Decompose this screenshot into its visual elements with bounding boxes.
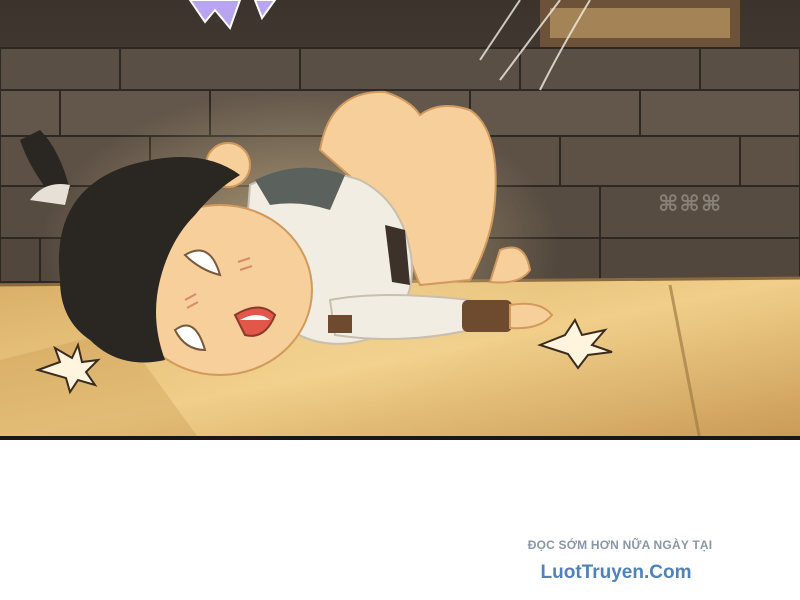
comic-page: ⌘⌘⌘ ĐỌC SỚM HƠN NỮA NGÀY TẠI LuotTruyen.… [0, 0, 800, 600]
panel-artwork [0, 0, 800, 440]
promo-text: ĐỌC SỚM HƠN NỮA NGÀY TẠI [527, 538, 713, 552]
site-credit: ĐỌC SỚM HƠN NỮA NGÀY TẠI LuotTruyen.Com [470, 538, 770, 584]
publisher-watermark-logo: ⌘⌘⌘ [658, 192, 723, 217]
comic-panel: ⌘⌘⌘ [0, 0, 800, 440]
wrist-guard [462, 300, 512, 332]
site-link[interactable]: LuotTruyen.Com [462, 562, 770, 584]
